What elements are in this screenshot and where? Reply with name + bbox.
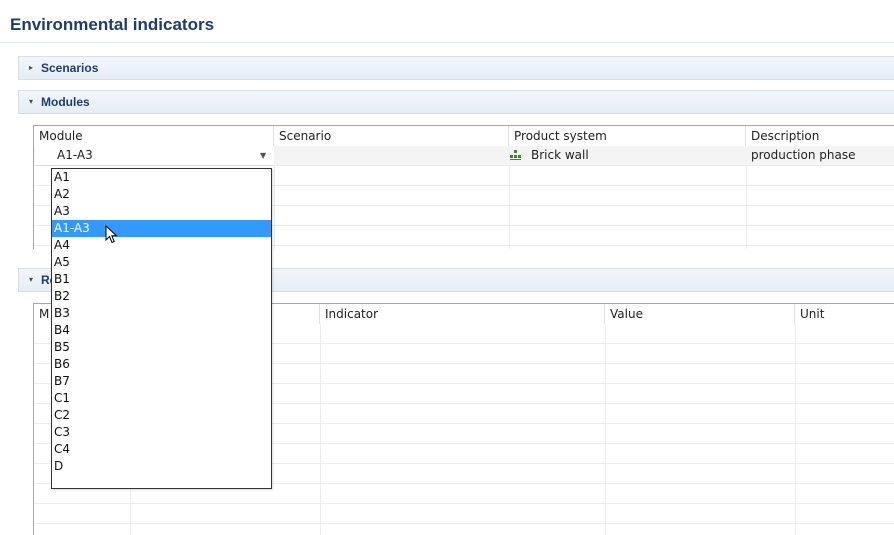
expand-icon[interactable]: ▸ [29, 63, 33, 73]
chevron-down-icon[interactable]: ▼ [260, 146, 266, 165]
column-header-value[interactable]: Value [605, 304, 795, 324]
dropdown-option[interactable]: A1 [52, 169, 271, 186]
column-header-scenario[interactable]: Scenario [274, 126, 509, 146]
modules-table-header: Module Scenario Product system Descripti… [34, 126, 894, 146]
dropdown-option-selected[interactable]: A1-A3 [52, 220, 271, 237]
title-separator [0, 42, 894, 43]
section-modules-header[interactable]: ▾ Modules [18, 90, 894, 114]
product-system-icon [510, 150, 521, 160]
collapse-icon[interactable]: ▾ [29, 97, 33, 107]
dropdown-option[interactable]: D [52, 458, 271, 475]
column-header-product-system[interactable]: Product system [509, 126, 746, 146]
dropdown-option[interactable]: B5 [52, 339, 271, 356]
module-dropdown-list[interactable]: A1 A2 A3 A1-A3 A4 A5 B1 B2 B3 B4 B5 B6 B… [51, 168, 272, 489]
dropdown-option[interactable]: C1 [52, 390, 271, 407]
dropdown-option[interactable]: B7 [52, 373, 271, 390]
mouse-pointer-icon [105, 225, 118, 244]
page-title: Environmental indicators [10, 15, 215, 34]
module-combo-value: A1-A3 [57, 148, 93, 162]
table-row[interactable]: A1-A3 ▼ Brick wall production phase [34, 146, 894, 166]
section-modules-label: Modules [41, 95, 90, 109]
description-cell[interactable]: production phase [751, 146, 855, 165]
column-header-unit[interactable]: Unit [795, 304, 894, 324]
dropdown-option[interactable]: A4 [52, 237, 271, 254]
section-scenarios-label: Scenarios [41, 61, 99, 75]
dropdown-option[interactable]: A3 [52, 203, 271, 220]
dropdown-option[interactable]: A2 [52, 186, 271, 203]
column-header-indicator[interactable]: Indicator [320, 304, 605, 324]
dropdown-option[interactable]: B1 [52, 271, 271, 288]
table-row[interactable] [34, 504, 894, 524]
dropdown-option[interactable]: B6 [52, 356, 271, 373]
dropdown-option[interactable]: C3 [52, 424, 271, 441]
dropdown-option[interactable]: C4 [52, 441, 271, 458]
module-combo[interactable]: A1-A3 ▼ [35, 146, 274, 166]
dropdown-option[interactable]: A5 [52, 254, 271, 271]
dropdown-option[interactable]: C2 [52, 407, 271, 424]
collapse-icon[interactable]: ▾ [29, 275, 33, 285]
column-header-description[interactable]: Description [746, 126, 894, 146]
product-system-name: Brick wall [531, 148, 589, 162]
dropdown-option[interactable]: B2 [52, 288, 271, 305]
dropdown-option[interactable]: B3 [52, 305, 271, 322]
column-header-module[interactable]: Module [34, 126, 274, 146]
product-system-cell[interactable]: Brick wall [509, 146, 746, 165]
section-scenarios-header[interactable]: ▸ Scenarios [18, 56, 894, 80]
dropdown-option[interactable]: B4 [52, 322, 271, 339]
